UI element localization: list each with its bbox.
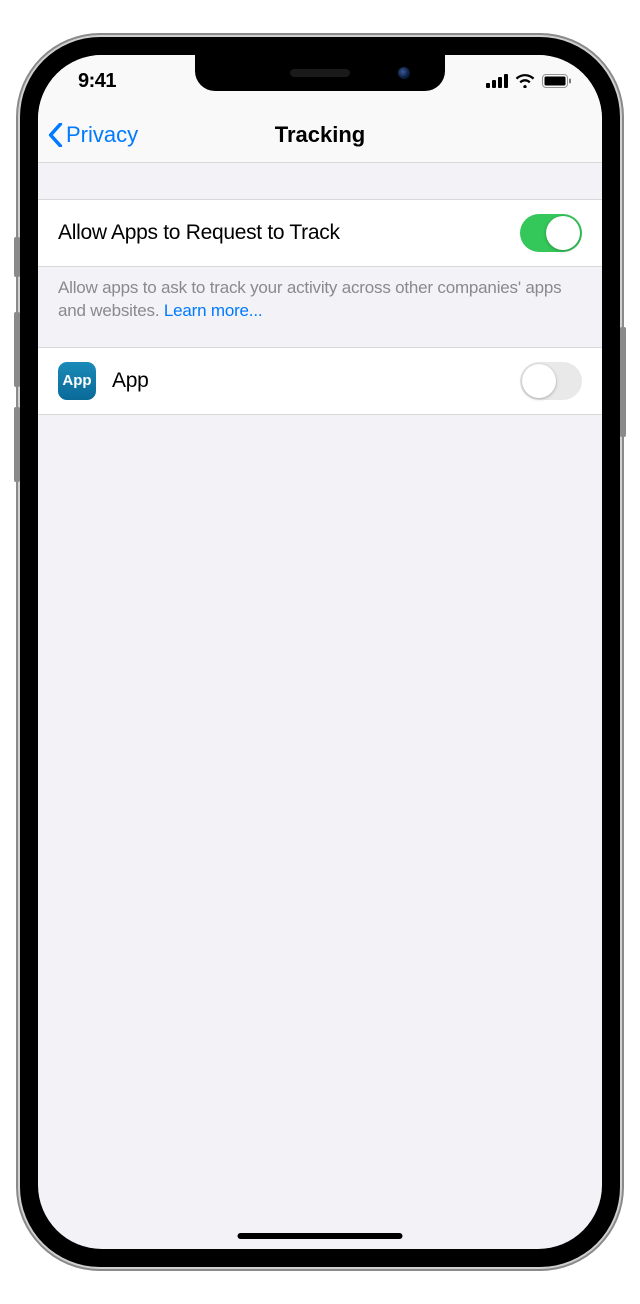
back-label: Privacy <box>66 122 138 148</box>
status-time: 9:41 <box>78 70 116 93</box>
toggle-knob <box>522 364 556 398</box>
app-name: App <box>112 369 520 393</box>
front-camera <box>398 67 410 79</box>
learn-more-link[interactable]: Learn more... <box>164 301 263 320</box>
wifi-icon <box>515 74 535 88</box>
volume-up-button <box>14 312 20 387</box>
allow-tracking-footer: Allow apps to ask to track your activity… <box>38 267 602 347</box>
volume-down-button <box>14 407 20 482</box>
battery-icon <box>542 74 572 88</box>
power-button <box>620 327 626 437</box>
allow-tracking-toggle[interactable] <box>520 214 582 252</box>
app-tracking-toggle[interactable] <box>520 362 582 400</box>
chevron-left-icon <box>48 123 63 147</box>
status-icons <box>486 74 572 88</box>
app-icon: App <box>58 362 96 400</box>
speaker <box>290 69 350 77</box>
screen: 9:41 Privacy Tracking Allow Apps to Requ… <box>38 55 602 1249</box>
allow-tracking-label: Allow Apps to Request to Track <box>58 221 520 245</box>
app-row: App App <box>38 347 602 415</box>
nav-bar: Privacy Tracking <box>38 107 602 163</box>
mute-switch <box>14 237 20 277</box>
phone-frame: 9:41 Privacy Tracking Allow Apps to Requ… <box>20 37 620 1267</box>
cellular-icon <box>486 74 508 88</box>
content: Allow Apps to Request to Track Allow app… <box>38 163 602 415</box>
home-indicator[interactable] <box>238 1233 403 1239</box>
page-title: Tracking <box>275 122 365 148</box>
toggle-knob <box>546 216 580 250</box>
allow-tracking-row: Allow Apps to Request to Track <box>38 199 602 267</box>
back-button[interactable]: Privacy <box>48 122 138 148</box>
notch <box>195 55 445 91</box>
footer-description: Allow apps to ask to track your activity… <box>58 278 561 320</box>
